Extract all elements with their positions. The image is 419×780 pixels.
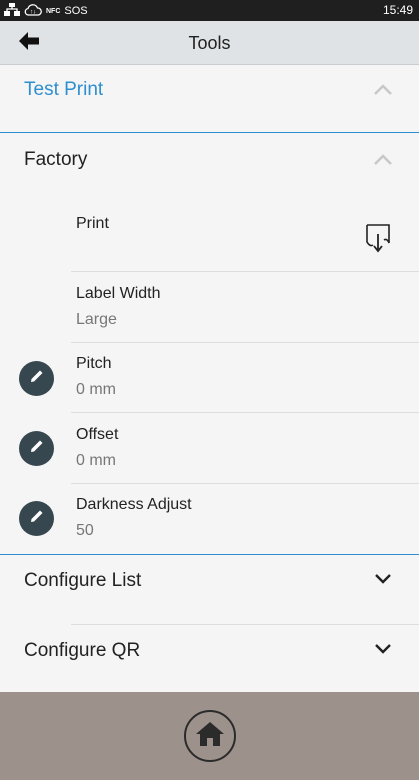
sos-label: SOS xyxy=(64,5,88,17)
section-divider xyxy=(0,554,419,555)
section-header-configure-qr[interactable]: Configure QR xyxy=(24,640,140,662)
chevron-up-icon[interactable] xyxy=(373,153,393,167)
home-icon xyxy=(195,721,225,752)
app-bar: Tools xyxy=(0,21,419,65)
section-header-configure-list[interactable]: Configure List xyxy=(24,570,141,592)
section-header-test-print[interactable]: Test Print xyxy=(24,79,103,101)
pencil-icon xyxy=(29,508,45,529)
label-width-value[interactable]: Large xyxy=(76,311,117,329)
chevron-down-icon[interactable] xyxy=(373,642,393,656)
row-divider xyxy=(71,342,419,343)
print-label-icon[interactable] xyxy=(364,222,392,254)
row-divider xyxy=(71,483,419,484)
status-icons: ↑↓ NFC SOS xyxy=(4,3,88,19)
offset-value: 0 mm xyxy=(76,452,116,469)
section-header-factory[interactable]: Factory xyxy=(24,149,87,171)
section-divider xyxy=(0,132,419,133)
cloud-icon: ↑↓ xyxy=(24,3,42,19)
row-divider xyxy=(71,624,419,625)
edit-darkness-button[interactable] xyxy=(19,501,54,536)
print-row-label[interactable]: Print xyxy=(76,215,109,233)
pitch-label: Pitch xyxy=(76,355,112,372)
edit-pitch-button[interactable] xyxy=(19,361,54,396)
darkness-adjust-label: Darkness Adjust xyxy=(76,496,192,513)
bottom-bar xyxy=(0,692,419,780)
edit-offset-button[interactable] xyxy=(19,431,54,466)
darkness-adjust-value: 50 xyxy=(76,522,94,539)
pencil-icon xyxy=(29,438,45,459)
row-divider xyxy=(71,271,419,272)
label-width-label: Label Width xyxy=(76,285,161,302)
page-title: Tools xyxy=(188,33,231,53)
clock-time: 15:49 xyxy=(382,3,413,17)
row-divider xyxy=(71,412,419,413)
offset-label: Offset xyxy=(76,426,119,443)
status-bar: ↑↓ NFC SOS 15:49 xyxy=(0,0,419,21)
pencil-icon xyxy=(29,368,45,389)
chevron-up-icon[interactable] xyxy=(373,83,393,97)
chevron-down-icon[interactable] xyxy=(373,572,393,586)
pitch-value: 0 mm xyxy=(76,381,116,398)
nfc-icon: NFC xyxy=(46,7,61,15)
network-icon xyxy=(4,3,20,19)
home-button[interactable] xyxy=(184,710,236,762)
svg-text:↑↓: ↑↓ xyxy=(30,10,36,16)
